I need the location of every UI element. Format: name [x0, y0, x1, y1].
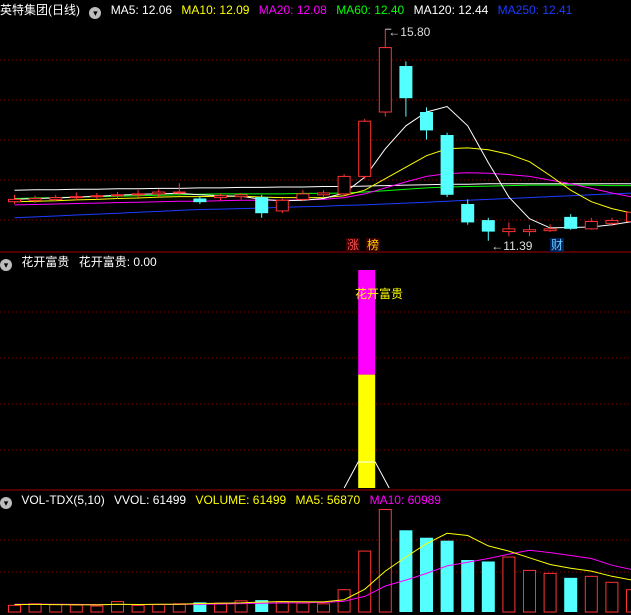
- bang-tag[interactable]: 榜: [366, 238, 381, 252]
- candle-up: [8, 198, 21, 203]
- volume-bar-up: [90, 605, 104, 613]
- candle-up: [337, 175, 351, 195]
- candle-up: [317, 192, 330, 196]
- volume-ma5-line: [14, 532, 631, 606]
- candle-up: [234, 194, 248, 198]
- indicator-bar-top: [358, 270, 376, 375]
- candle-up: [543, 228, 557, 232]
- candle-down: [440, 135, 454, 195]
- volume-bar-down: [461, 560, 475, 612]
- candle-down: [564, 216, 578, 229]
- volume-bar-up: [296, 602, 310, 613]
- volume-bar-up: [626, 589, 631, 613]
- volume-bar-up: [152, 604, 166, 613]
- low-price-value: 11.39: [503, 238, 533, 253]
- volume-bar-up: [49, 604, 63, 613]
- candle-down: [193, 198, 207, 203]
- candle-up: [152, 191, 166, 195]
- volume-bar-up: [584, 575, 598, 613]
- candle-up: [584, 220, 598, 230]
- arrow-left-icon: ←: [388, 25, 401, 40]
- volume-bar-up: [69, 604, 83, 613]
- candle-up: [378, 47, 392, 113]
- volume-ma10-line: [14, 549, 631, 606]
- candle-up: [358, 120, 372, 177]
- candle-up: [90, 195, 104, 198]
- volume-bar-up: [543, 572, 557, 613]
- volume-bar-up: [523, 569, 536, 613]
- arrow-left-icon: ←: [491, 238, 504, 253]
- high-price-label: ←15.80: [387, 25, 431, 39]
- candle-up: [626, 211, 631, 222]
- candle-up: [214, 195, 227, 199]
- indicator-bar-bottom: [358, 374, 376, 488]
- candle-down: [255, 197, 269, 214]
- volume-bar-up: [172, 603, 186, 613]
- volume-bar-down: [440, 540, 454, 612]
- candle-up: [172, 191, 186, 194]
- candle-down: [481, 220, 495, 232]
- candle-up: [111, 194, 124, 197]
- candle-up: [502, 228, 516, 233]
- volume-bar-down: [481, 561, 495, 612]
- candle-down: [399, 66, 413, 99]
- volume-bar-up: [378, 508, 392, 613]
- volume-bar-up: [111, 601, 124, 613]
- cai-tag[interactable]: 财: [550, 238, 565, 252]
- high-price-value: 15.80: [400, 25, 431, 40]
- low-price-label: ←11.39: [490, 239, 533, 253]
- candle-up: [28, 197, 42, 201]
- volume-bar-up: [28, 603, 42, 613]
- ma10-line: [14, 147, 631, 214]
- volume-bar-up: [502, 556, 516, 613]
- candle-down: [420, 112, 433, 131]
- volume-bar-down: [564, 577, 578, 612]
- candle-up: [605, 220, 619, 224]
- candle-down: [461, 204, 475, 223]
- candle-up: [275, 199, 289, 212]
- candle-up: [296, 193, 310, 200]
- ma60-line: [14, 184, 631, 199]
- volume-bar-up: [358, 550, 372, 613]
- volume-bar-up: [605, 581, 619, 613]
- candle-up: [49, 197, 63, 200]
- stock-chart[interactable]: [0, 0, 631, 615]
- volume-bar-up: [131, 604, 145, 613]
- candle-up: [69, 196, 83, 199]
- volume-bar-down: [399, 530, 413, 612]
- volume-bar-up: [8, 604, 21, 613]
- candle-up: [523, 229, 536, 233]
- zhang-tag[interactable]: 涨: [346, 238, 361, 252]
- indicator-bar-label: 花开富贵: [355, 287, 404, 301]
- volume-bar-up: [317, 603, 330, 613]
- candle-up: [131, 193, 145, 196]
